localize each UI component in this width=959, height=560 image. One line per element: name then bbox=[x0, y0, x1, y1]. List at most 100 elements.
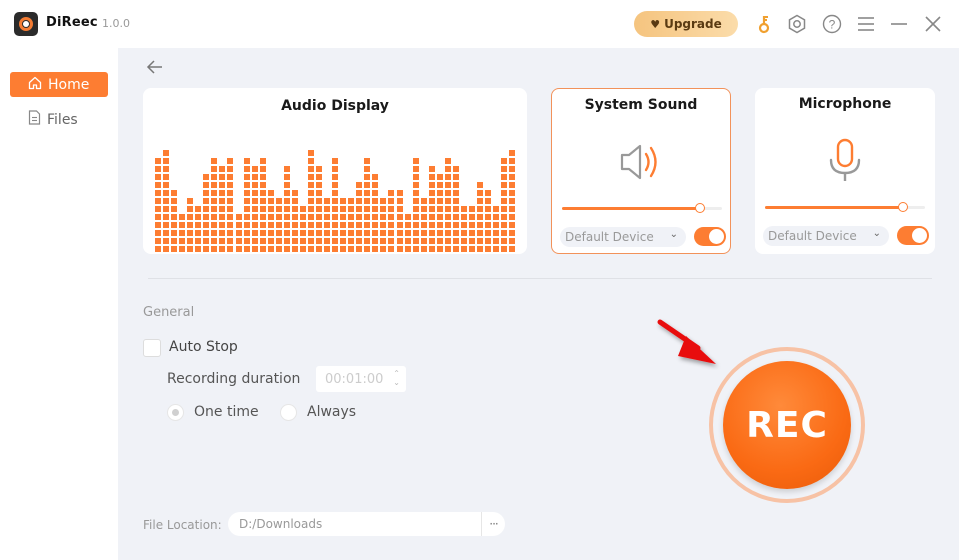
level-cell bbox=[243, 198, 250, 204]
level-cell bbox=[380, 222, 387, 228]
audio-display-title: Audio Display bbox=[281, 98, 389, 114]
sidebar-item-files[interactable]: Files bbox=[10, 107, 108, 132]
level-cell bbox=[428, 230, 435, 236]
microphone-toggle[interactable] bbox=[897, 226, 929, 245]
level-cell bbox=[501, 158, 508, 164]
system-sound-volume-slider[interactable] bbox=[562, 203, 722, 214]
level-cell bbox=[291, 238, 298, 244]
auto-stop-label[interactable]: Auto Stop bbox=[169, 339, 238, 355]
level-cell bbox=[155, 206, 161, 212]
microphone-volume-slider[interactable] bbox=[765, 202, 925, 213]
radio-always[interactable] bbox=[280, 404, 297, 421]
microphone-title: Microphone bbox=[798, 96, 892, 112]
level-cell bbox=[283, 238, 290, 244]
level-cell bbox=[356, 238, 363, 244]
browse-more-button[interactable]: ··· bbox=[481, 512, 505, 536]
level-cell bbox=[485, 246, 492, 252]
level-cell bbox=[436, 230, 443, 236]
level-cell bbox=[460, 222, 467, 228]
level-cell bbox=[460, 246, 467, 252]
level-cell bbox=[348, 222, 355, 228]
level-cell bbox=[356, 214, 363, 220]
level-cell bbox=[316, 222, 322, 228]
level-cell bbox=[332, 206, 339, 212]
level-cell bbox=[348, 198, 355, 204]
level-cell bbox=[275, 206, 282, 212]
level-cell bbox=[332, 190, 339, 196]
radio-one-time-label[interactable]: One time bbox=[194, 404, 259, 420]
help-icon[interactable]: ? bbox=[821, 13, 843, 35]
recording-duration-input[interactable]: 00:01:00 ⌃ ⌄ bbox=[316, 366, 406, 392]
level-cell bbox=[291, 222, 298, 228]
level-cell bbox=[163, 174, 170, 180]
level-cell bbox=[452, 206, 459, 212]
level-cell bbox=[307, 150, 314, 156]
level-cell bbox=[316, 238, 322, 244]
level-cell bbox=[203, 230, 210, 236]
level-cell bbox=[452, 214, 459, 220]
slider-thumb[interactable] bbox=[897, 202, 908, 212]
level-cell bbox=[195, 206, 202, 212]
level-cell bbox=[219, 230, 226, 236]
level-cell bbox=[452, 246, 459, 252]
level-cell bbox=[259, 238, 266, 244]
app-logo-icon bbox=[14, 12, 38, 36]
back-arrow-icon[interactable] bbox=[146, 58, 164, 76]
level-cell bbox=[283, 198, 290, 204]
level-cell bbox=[477, 198, 483, 204]
spinner-arrows-icon[interactable]: ⌃ ⌄ bbox=[393, 369, 400, 387]
level-cell bbox=[316, 206, 322, 212]
level-cell bbox=[163, 246, 170, 252]
record-button[interactable]: REC bbox=[709, 347, 865, 503]
level-cell bbox=[364, 190, 371, 196]
sidebar-item-label: Files bbox=[47, 111, 78, 128]
level-cell bbox=[412, 166, 419, 172]
level-cell bbox=[259, 198, 266, 204]
menu-icon[interactable] bbox=[855, 13, 877, 35]
level-cell bbox=[485, 214, 492, 220]
level-cell bbox=[485, 230, 492, 236]
level-cell bbox=[452, 190, 459, 196]
system-sound-card[interactable]: System Sound Default Device ⌄ bbox=[551, 88, 731, 254]
level-cell bbox=[275, 214, 282, 220]
auto-stop-checkbox[interactable] bbox=[143, 339, 161, 357]
slider-thumb[interactable] bbox=[694, 203, 705, 213]
level-cell bbox=[243, 190, 250, 196]
level-cell bbox=[203, 246, 210, 252]
level-cell bbox=[428, 182, 435, 188]
level-cell bbox=[155, 182, 161, 188]
level-cell bbox=[324, 246, 331, 252]
level-cell bbox=[163, 150, 170, 156]
key-icon[interactable] bbox=[754, 13, 776, 35]
level-cell bbox=[227, 174, 234, 180]
level-cell bbox=[283, 214, 290, 220]
level-cell bbox=[155, 230, 161, 236]
level-cell bbox=[372, 206, 379, 212]
microphone-device-select[interactable]: Default Device ⌄ bbox=[763, 226, 889, 246]
level-cell bbox=[227, 230, 234, 236]
level-cell bbox=[509, 214, 516, 220]
sidebar-item-home[interactable]: Home bbox=[10, 72, 108, 97]
level-cell bbox=[404, 222, 411, 228]
file-location-input[interactable]: D:/Downloads bbox=[228, 512, 481, 536]
level-cell bbox=[372, 198, 379, 204]
settings-icon[interactable] bbox=[786, 13, 808, 35]
level-cell bbox=[372, 214, 379, 220]
level-cell bbox=[364, 198, 371, 204]
level-cell bbox=[324, 198, 331, 204]
radio-one-time[interactable] bbox=[167, 404, 184, 421]
system-sound-toggle[interactable] bbox=[694, 227, 726, 246]
close-icon[interactable] bbox=[922, 13, 944, 35]
level-cell bbox=[380, 206, 387, 212]
upgrade-button[interactable]: ♥ Upgrade bbox=[634, 11, 738, 37]
level-cell bbox=[251, 246, 258, 252]
minimize-icon[interactable] bbox=[888, 13, 910, 35]
system-sound-device-select[interactable]: Default Device ⌄ bbox=[560, 227, 686, 247]
level-cell bbox=[195, 238, 202, 244]
level-cell bbox=[396, 230, 403, 236]
radio-always-label[interactable]: Always bbox=[307, 404, 356, 420]
level-cell bbox=[203, 182, 210, 188]
level-cell bbox=[291, 198, 298, 204]
level-cell bbox=[324, 222, 331, 228]
microphone-card[interactable]: Microphone Default Device ⌄ bbox=[755, 88, 935, 254]
